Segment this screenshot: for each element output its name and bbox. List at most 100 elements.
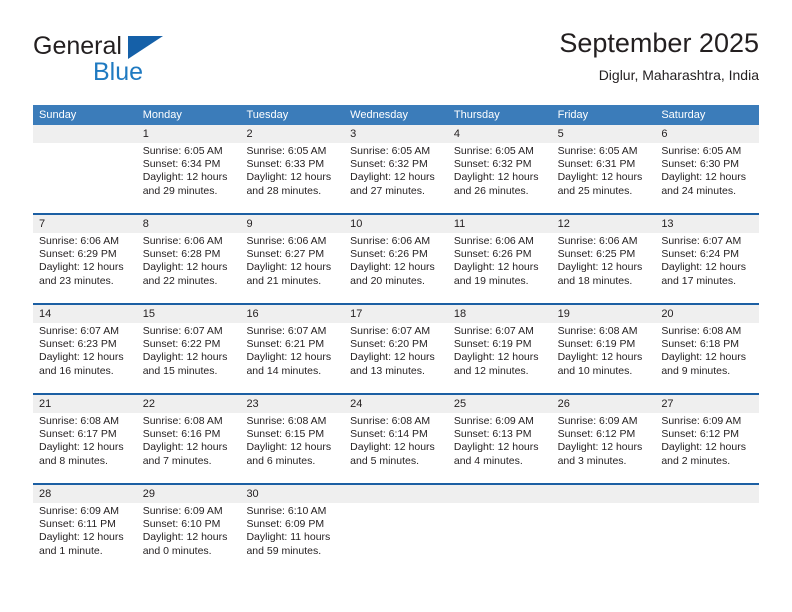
calendar-day-cell[interactable]: 14 Sunrise: 6:07 AM Sunset: 6:23 PM Dayligh…	[33, 305, 137, 393]
day-detail-line: Sunset: 6:30 PM	[661, 158, 739, 171]
day-detail-line: Sunrise: 6:05 AM	[557, 145, 638, 157]
day-number: 28	[39, 488, 52, 500]
calendar-day-cell[interactable]: 16 Sunrise: 6:07 AM Sunset: 6:21 PM Dayligh…	[240, 305, 344, 393]
day-detail-line: Daylight: 11 hours	[246, 531, 331, 544]
day-number: 1	[142, 128, 149, 140]
calendar-day-cell[interactable]: 13 Sunrise: 6:07 AM Sunset: 6:24 PM Dayligh…	[655, 215, 759, 303]
calendar-day-cell[interactable]: 25 Sunrise: 6:09 AM Sunset: 6:13 PM Dayligh…	[448, 395, 552, 483]
calendar-day-cell[interactable]: 4 Sunrise: 6:05 AM Sunset: 6:32 PM Daylight…	[448, 125, 552, 213]
calendar-day-cell[interactable]: 30 Sunrise: 6:10 AM Sunset: 6:09 PM Dayligh…	[240, 485, 344, 573]
day-detail-line: Sunrise: 6:09 AM	[39, 505, 119, 517]
calendar-empty-cell	[552, 485, 656, 573]
calendar-day-cell[interactable]: 6 Sunrise: 6:05 AM Sunset: 6:30 PM Daylight…	[655, 125, 759, 213]
day-detail-lines: Sunrise: 6:05 AM Sunset: 6:31 PM Daylight:…	[558, 145, 652, 198]
day-detail-line: Daylight: 12 hours	[142, 171, 228, 184]
day-detail-lines: Sunrise: 6:08 AM Sunset: 6:16 PM Daylight:…	[143, 415, 237, 468]
day-detail-line: and 4 minutes.	[453, 454, 523, 467]
day-number	[454, 485, 548, 503]
day-detail-lines: Sunrise: 6:08 AM Sunset: 6:19 PM Daylight:…	[558, 325, 652, 378]
day-detail-line: Daylight: 12 hours	[350, 441, 435, 454]
day-number: 3	[350, 128, 357, 140]
day-detail-line: Daylight: 12 hours	[246, 351, 332, 364]
calendar-week-row: 1 Sunrise: 6:05 AM Sunset: 6:34 PM Daylight…	[33, 125, 759, 213]
calendar-day-cell[interactable]: 18 Sunrise: 6:07 AM Sunset: 6:19 PM Dayligh…	[448, 305, 552, 393]
day-detail-line: and 0 minutes.	[142, 544, 212, 557]
day-detail-lines: Sunrise: 6:09 AM Sunset: 6:13 PM Daylight:…	[454, 415, 548, 468]
day-number: 30	[246, 488, 259, 500]
day-detail-line: Daylight: 12 hours	[453, 261, 539, 274]
page-title: September 2025	[559, 28, 759, 58]
day-detail-line: Daylight: 12 hours	[661, 261, 746, 274]
calendar-empty-cell	[655, 485, 759, 573]
day-detail-lines: Sunrise: 6:09 AM Sunset: 6:12 PM Daylight:…	[661, 415, 755, 468]
day-detail-line: Daylight: 12 hours	[557, 261, 643, 274]
calendar-day-cell[interactable]: 27 Sunrise: 6:09 AM Sunset: 6:12 PM Dayligh…	[655, 395, 759, 483]
day-detail-line: Sunrise: 6:08 AM	[142, 415, 223, 427]
calendar-day-cell[interactable]: 20 Sunrise: 6:08 AM Sunset: 6:18 PM Dayligh…	[655, 305, 759, 393]
day-detail-lines: Sunrise: 6:06 AM Sunset: 6:27 PM Daylight:…	[246, 235, 340, 288]
calendar-day-cell[interactable]: 1 Sunrise: 6:05 AM Sunset: 6:34 PM Daylight…	[137, 125, 241, 213]
calendar-empty-cell	[33, 125, 137, 213]
day-detail-line: Sunrise: 6:06 AM	[453, 235, 534, 247]
day-detail-line: and 22 minutes.	[142, 274, 218, 287]
day-number: 5	[557, 128, 564, 140]
calendar-day-cell[interactable]: 7 Sunrise: 6:06 AM Sunset: 6:29 PM Daylight…	[33, 215, 137, 303]
day-detail-line: Sunrise: 6:07 AM	[142, 325, 223, 337]
calendar-day-cell[interactable]: 11 Sunrise: 6:06 AM Sunset: 6:26 PM Dayligh…	[448, 215, 552, 303]
calendar-day-cell[interactable]: 29 Sunrise: 6:09 AM Sunset: 6:10 PM Dayligh…	[137, 485, 241, 573]
day-detail-lines: Sunrise: 6:08 AM Sunset: 6:18 PM Daylight:…	[661, 325, 755, 378]
day-detail-line: Sunset: 6:32 PM	[453, 158, 532, 171]
day-detail-line: Sunset: 6:09 PM	[246, 518, 325, 531]
day-detail-line: Sunset: 6:11 PM	[39, 518, 116, 531]
calendar-day-cell[interactable]: 10 Sunrise: 6:06 AM Sunset: 6:26 PM Dayligh…	[344, 215, 448, 303]
day-detail-line: Daylight: 12 hours	[142, 261, 228, 274]
day-detail-line: Sunset: 6:31 PM	[557, 158, 636, 171]
calendar-day-cell[interactable]: 23 Sunrise: 6:08 AM Sunset: 6:15 PM Dayligh…	[240, 395, 344, 483]
calendar-day-cell[interactable]: 12 Sunrise: 6:06 AM Sunset: 6:25 PM Dayligh…	[552, 215, 656, 303]
day-detail-line: and 15 minutes.	[142, 364, 218, 377]
weekday-header-wednesday: Wednesday	[350, 109, 409, 121]
day-detail-line: and 23 minutes.	[39, 274, 114, 287]
calendar-day-cell[interactable]: 8 Sunrise: 6:06 AM Sunset: 6:28 PM Daylight…	[137, 215, 241, 303]
day-detail-lines: Sunrise: 6:06 AM Sunset: 6:29 PM Daylight:…	[39, 235, 133, 288]
calendar-day-cell[interactable]: 2 Sunrise: 6:05 AM Sunset: 6:33 PM Daylight…	[240, 125, 344, 213]
calendar-day-cell[interactable]: 28 Sunrise: 6:09 AM Sunset: 6:11 PM Dayligh…	[33, 485, 137, 573]
day-detail-line: and 18 minutes.	[557, 274, 633, 287]
calendar-empty-cell	[448, 485, 552, 573]
day-detail-lines: Sunrise: 6:07 AM Sunset: 6:23 PM Daylight:…	[39, 325, 133, 378]
calendar-day-cell[interactable]: 9 Sunrise: 6:06 AM Sunset: 6:27 PM Daylight…	[240, 215, 344, 303]
day-number: 16	[246, 308, 259, 320]
day-detail-line: Daylight: 12 hours	[453, 351, 539, 364]
calendar-day-cell[interactable]: 21 Sunrise: 6:08 AM Sunset: 6:17 PM Dayligh…	[33, 395, 137, 483]
logo-triangle-icon	[128, 36, 163, 59]
calendar-day-cell[interactable]: 26 Sunrise: 6:09 AM Sunset: 6:12 PM Dayligh…	[552, 395, 656, 483]
calendar-week-cells: 1 Sunrise: 6:05 AM Sunset: 6:34 PM Daylight…	[33, 125, 759, 213]
day-detail-line: Sunrise: 6:07 AM	[39, 325, 119, 337]
day-detail-line: Sunrise: 6:05 AM	[661, 145, 742, 157]
day-number: 10	[350, 218, 363, 230]
day-detail-line: Sunrise: 6:05 AM	[350, 145, 431, 157]
general-blue-logo[interactable]: General Blue	[33, 32, 273, 92]
day-detail-line: Daylight: 12 hours	[350, 261, 435, 274]
calendar-day-cell[interactable]: 5 Sunrise: 6:05 AM Sunset: 6:31 PM Daylight…	[552, 125, 656, 213]
calendar-day-cell[interactable]: 24 Sunrise: 6:08 AM Sunset: 6:14 PM Dayligh…	[344, 395, 448, 483]
day-detail-line: and 29 minutes.	[142, 184, 218, 197]
day-detail-line: and 24 minutes.	[661, 184, 737, 197]
day-detail-line: Sunrise: 6:07 AM	[453, 325, 534, 337]
day-detail-line: Sunset: 6:13 PM	[453, 428, 532, 441]
day-detail-line: Sunset: 6:15 PM	[246, 428, 325, 441]
calendar-day-cell[interactable]: 3 Sunrise: 6:05 AM Sunset: 6:32 PM Daylight…	[344, 125, 448, 213]
calendar-day-cell[interactable]: 19 Sunrise: 6:08 AM Sunset: 6:19 PM Dayligh…	[552, 305, 656, 393]
calendar-day-cell[interactable]: 22 Sunrise: 6:08 AM Sunset: 6:16 PM Dayligh…	[137, 395, 241, 483]
day-number: 23	[246, 398, 259, 410]
calendar-day-cell[interactable]: 15 Sunrise: 6:07 AM Sunset: 6:22 PM Dayligh…	[137, 305, 241, 393]
day-detail-line: Sunrise: 6:06 AM	[142, 235, 223, 247]
day-number: 15	[142, 308, 155, 320]
weekday-header-tuesday: Tuesday	[246, 109, 289, 121]
logo-text-general: General	[33, 32, 122, 60]
calendar-day-cell[interactable]: 17 Sunrise: 6:07 AM Sunset: 6:20 PM Dayligh…	[344, 305, 448, 393]
day-detail-line: Sunrise: 6:08 AM	[39, 415, 119, 427]
day-detail-lines: Sunrise: 6:05 AM Sunset: 6:32 PM Daylight:…	[454, 145, 548, 198]
day-detail-line: Sunrise: 6:07 AM	[350, 325, 431, 337]
calendar-week-cells: 28 Sunrise: 6:09 AM Sunset: 6:11 PM Dayligh…	[33, 485, 759, 573]
